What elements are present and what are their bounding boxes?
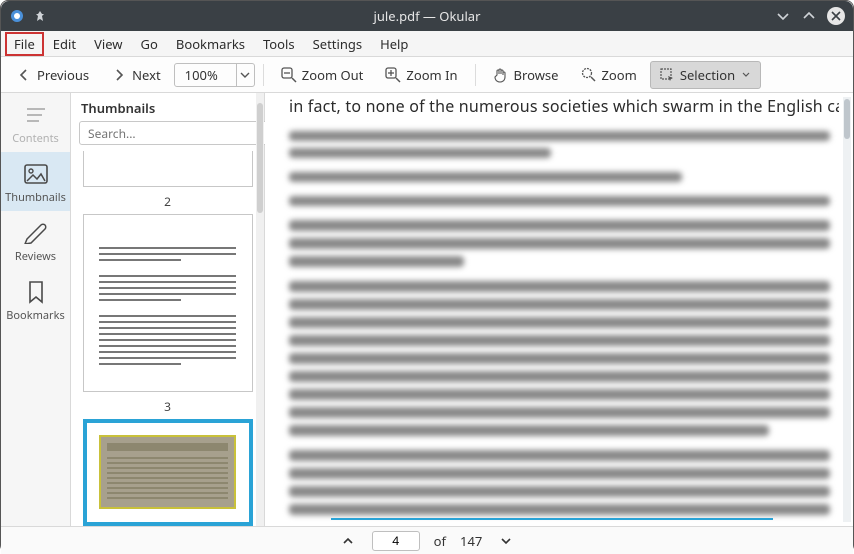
browse-button[interactable]: Browse (484, 61, 568, 89)
next-label: Next (132, 66, 161, 84)
zoom-in-button[interactable]: Zoom In (376, 61, 466, 89)
thumbnail-page-4-current[interactable] (83, 419, 253, 526)
previous-label: Previous (37, 66, 89, 84)
window-titlebar: jule.pdf — Okular (1, 1, 853, 31)
scrollbar-grip[interactable] (844, 99, 850, 139)
sidebar-tab-reviews-label: Reviews (15, 249, 56, 264)
thumbnails-header: Thumbnails (71, 93, 264, 121)
visible-text-line: in fact, to none of the numerous societi… (289, 95, 835, 117)
previous-button[interactable]: Previous (7, 61, 98, 89)
zoom-tool-button[interactable]: Zoom (572, 61, 646, 89)
blurred-paragraph (289, 131, 835, 158)
page-nav-bar: of 147 (1, 526, 853, 554)
zoom-value: 100% (175, 66, 236, 84)
thumbnail-text-preview (99, 247, 237, 365)
contents-icon (22, 103, 50, 127)
thumbnail-selection-highlight (101, 437, 234, 507)
thumbnails-list[interactable]: 2 3 (71, 151, 264, 526)
hand-icon (493, 67, 509, 83)
document-scrollbar[interactable] (843, 97, 851, 522)
blurred-paragraph (289, 172, 835, 182)
sidebar-tab-contents[interactable]: Contents (1, 93, 70, 152)
sidebar-tab-bookmarks[interactable]: Bookmarks (1, 270, 70, 329)
thumbnail-page-2-number: 2 (164, 193, 171, 210)
minimize-button[interactable] (775, 8, 791, 24)
zoom-out-icon (281, 67, 297, 83)
window-title: jule.pdf — Okular (1, 7, 853, 25)
menu-edit[interactable]: Edit (44, 32, 85, 56)
browse-label: Browse (514, 66, 559, 84)
app-icon (9, 8, 25, 24)
thumbnails-icon (22, 162, 50, 186)
window-controls (775, 7, 845, 25)
page-up-button[interactable] (338, 531, 358, 551)
scrollbar-grip[interactable] (257, 103, 263, 213)
bookmarks-icon (22, 280, 50, 304)
thumbnails-scrollbar[interactable] (256, 93, 264, 526)
sidebar-tab-bookmarks-label: Bookmarks (6, 308, 64, 323)
selection-button[interactable]: Selection (650, 61, 761, 89)
toolbar: Previous Next 100% Zoom Out Zoom In Brow… (1, 57, 853, 93)
menu-bookmarks[interactable]: Bookmarks (167, 32, 254, 56)
page-footer-rule (331, 518, 773, 520)
thumbnail-page-2[interactable] (83, 151, 253, 187)
thumbnails-search-row (71, 121, 264, 151)
sidebar-tabs: Contents Thumbnails Reviews Bookmarks (1, 93, 71, 526)
maximize-button[interactable] (801, 8, 817, 24)
toolbar-separator (263, 64, 264, 86)
menu-help[interactable]: Help (371, 32, 417, 56)
selection-icon (659, 67, 675, 83)
page-down-button[interactable] (496, 531, 516, 551)
chevron-left-icon (16, 67, 32, 83)
zoom-tool-label: Zoom (602, 66, 637, 84)
thumbnails-panel: Thumbnails 2 3 (71, 93, 265, 526)
thumbnail-page-3[interactable] (83, 214, 253, 392)
close-button[interactable] (827, 7, 845, 25)
menu-tools[interactable]: Tools (254, 32, 304, 56)
menu-go[interactable]: Go (132, 32, 167, 56)
blurred-paragraph (289, 281, 835, 436)
selection-label: Selection (680, 66, 735, 84)
thumbnail-page-3-number: 3 (164, 398, 171, 415)
pin-icon[interactable] (33, 9, 47, 23)
page-content: in fact, to none of the numerous societi… (275, 93, 839, 526)
chevron-right-icon (111, 67, 127, 83)
sidebar-tab-contents-label: Contents (12, 131, 59, 146)
sidebar-tab-reviews[interactable]: Reviews (1, 211, 70, 270)
menu-settings[interactable]: Settings (304, 32, 371, 56)
blurred-paragraph (289, 450, 835, 515)
toolbar-separator (475, 64, 476, 86)
zoom-combo[interactable]: 100% (174, 63, 255, 87)
zoom-out-button[interactable]: Zoom Out (272, 61, 373, 89)
blurred-paragraph (289, 220, 835, 267)
chevron-down-icon[interactable] (236, 64, 254, 86)
blurred-paragraph (289, 196, 835, 206)
page-total: 147 (460, 532, 482, 550)
sidebar-tab-thumbnails-label: Thumbnails (5, 190, 66, 205)
page-of-label: of (434, 532, 446, 550)
chevron-down-icon[interactable] (740, 71, 752, 79)
zoom-tool-icon (581, 67, 597, 83)
zoom-in-label: Zoom In (406, 66, 457, 84)
sidebar-tab-thumbnails[interactable]: Thumbnails (1, 152, 70, 211)
main-area: Contents Thumbnails Reviews Bookmarks Th… (1, 93, 853, 526)
next-button[interactable]: Next (102, 61, 170, 89)
menu-file[interactable]: File (5, 32, 44, 56)
menubar: File Edit View Go Bookmarks Tools Settin… (1, 31, 853, 57)
zoom-out-label: Zoom Out (302, 66, 364, 84)
zoom-in-icon (385, 67, 401, 83)
document-view[interactable]: in fact, to none of the numerous societi… (265, 93, 853, 526)
thumbnails-search-input[interactable] (79, 121, 271, 145)
menu-view[interactable]: View (85, 32, 131, 56)
reviews-icon (22, 221, 50, 245)
page-number-input[interactable] (372, 531, 420, 551)
